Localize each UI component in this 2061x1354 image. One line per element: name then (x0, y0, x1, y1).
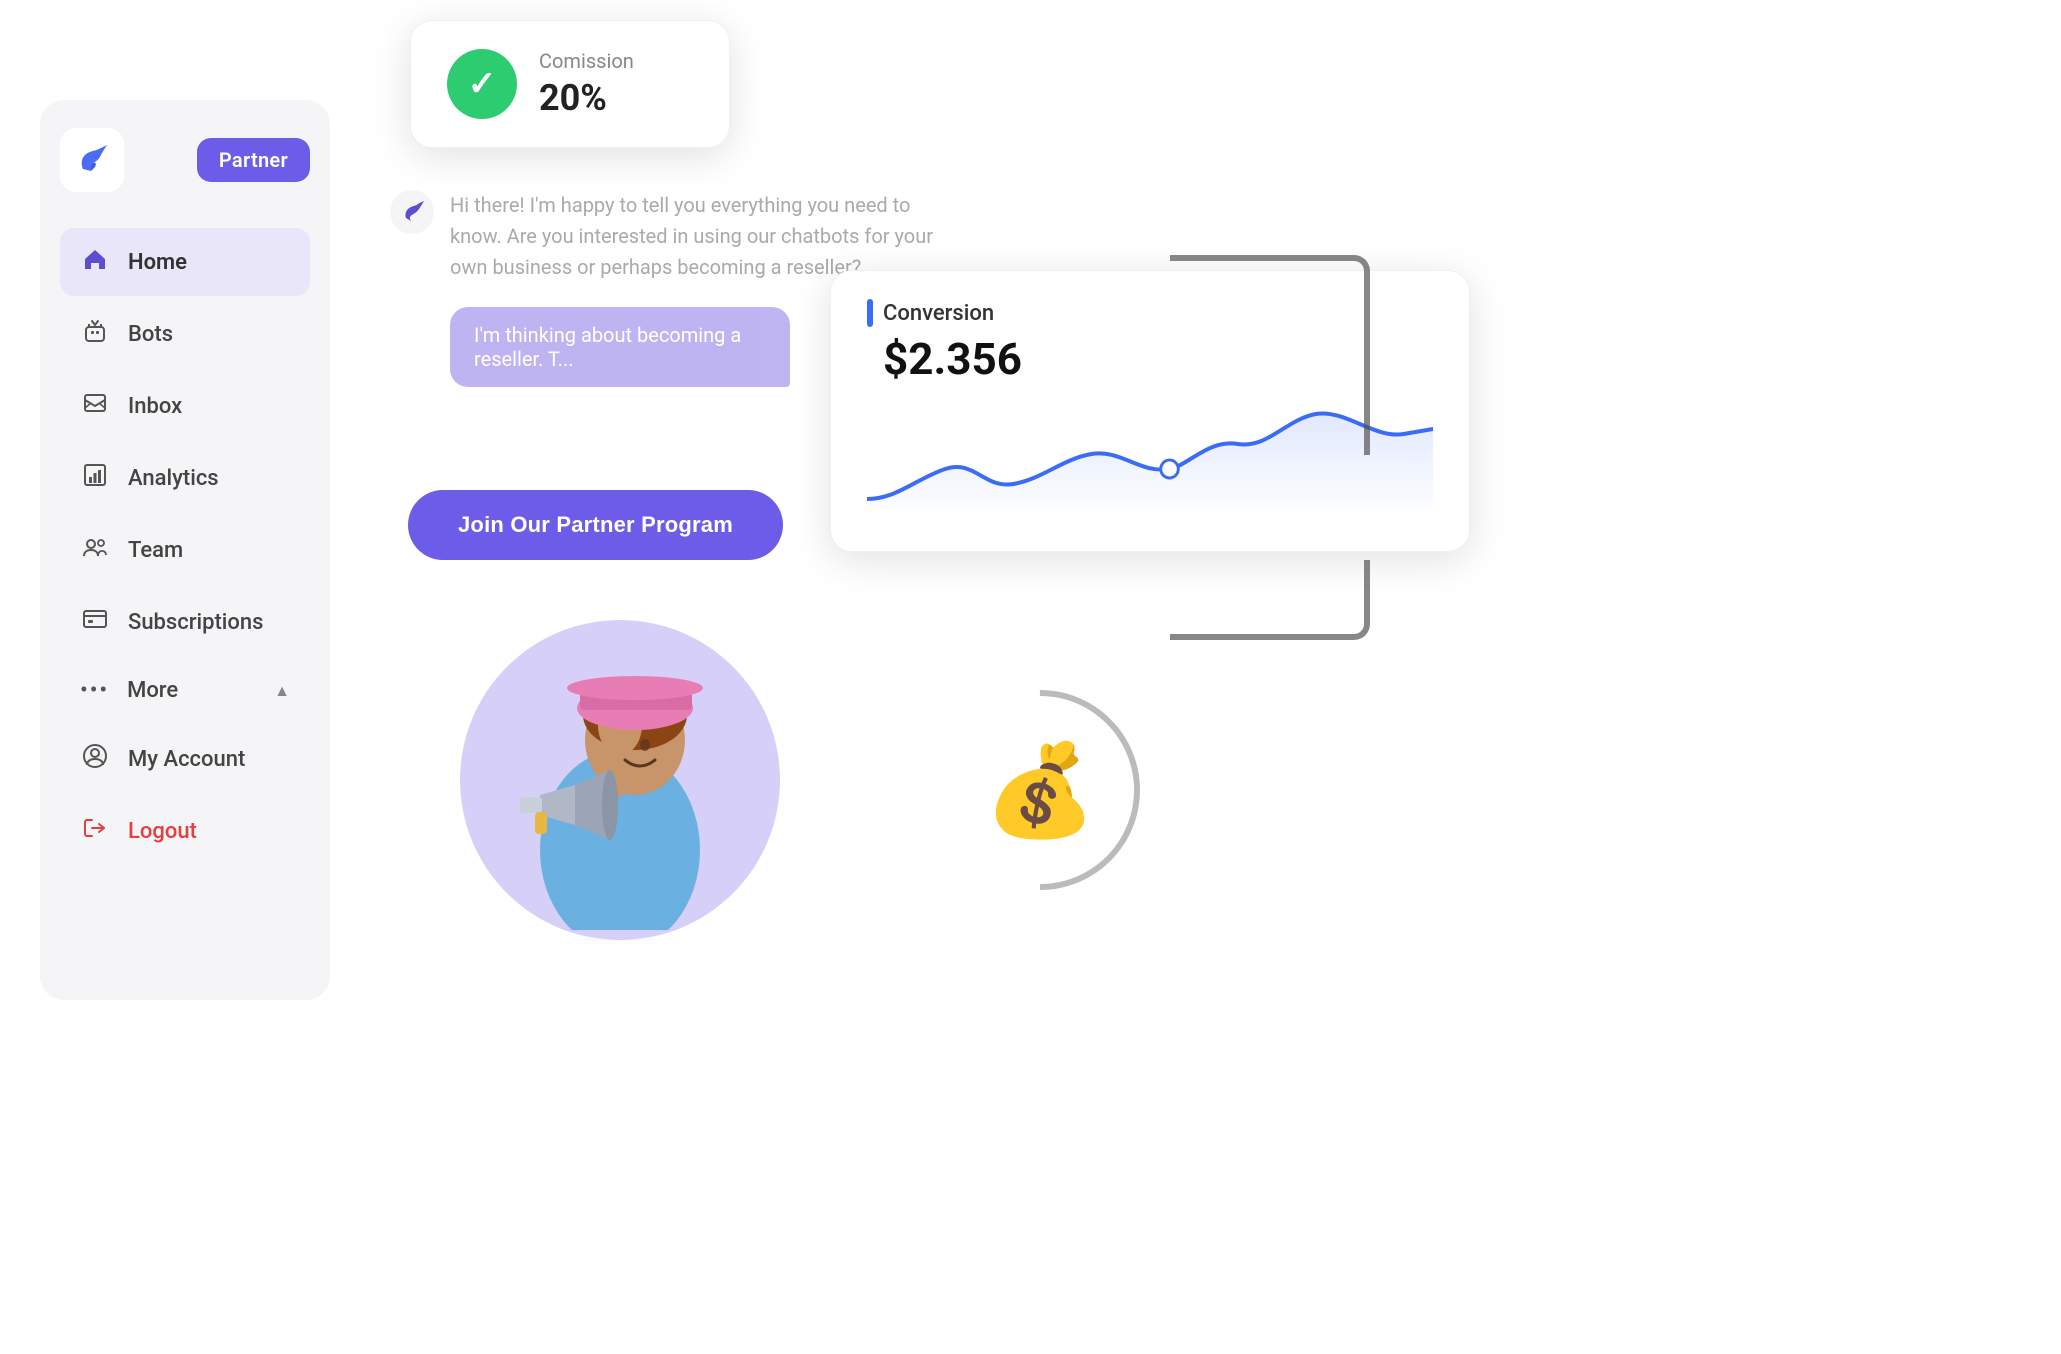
commission-label: Comission (539, 49, 634, 73)
sidebar-item-inbox[interactable]: Inbox (60, 372, 310, 440)
sidebar-item-bots-label: Bots (128, 322, 173, 347)
inbox-icon (80, 390, 110, 422)
subscriptions-icon (80, 606, 110, 638)
sidebar-item-subscriptions-label: Subscriptions (128, 610, 263, 635)
sidebar-item-more-label: More (127, 678, 178, 703)
sidebar-item-inbox-label: Inbox (128, 394, 182, 419)
corner-bracket-bottom (1170, 560, 1370, 640)
join-partner-program-button[interactable]: Join Our Partner Program (408, 490, 783, 560)
home-icon (80, 246, 110, 278)
sidebar-item-team[interactable]: Team (60, 516, 310, 584)
team-icon (80, 534, 110, 566)
bots-icon (80, 318, 110, 350)
sidebar-header: Partner (60, 128, 310, 192)
sidebar-item-more[interactable]: ••• More ▲ (60, 660, 310, 721)
person-svg (480, 630, 760, 930)
conversion-label: Conversion (883, 301, 994, 326)
sidebar-item-analytics[interactable]: Analytics (60, 444, 310, 512)
sidebar-item-home[interactable]: Home (60, 228, 310, 296)
sidebar-item-home-label: Home (128, 250, 187, 275)
partner-badge: Partner (197, 138, 310, 182)
sidebar-item-logout-label: Logout (128, 819, 197, 844)
sidebar-item-analytics-label: Analytics (128, 466, 219, 491)
sidebar-item-subscriptions[interactable]: Subscriptions (60, 588, 310, 656)
sidebar: Partner Home Bots Inbox (40, 100, 330, 1000)
commission-value: 20% (539, 77, 634, 119)
sidebar-item-logout[interactable]: Logout (60, 797, 310, 865)
money-bag-icon: 💰 (984, 738, 1096, 843)
conversion-card: Conversion $2.356 (830, 270, 1470, 552)
commission-card: Comission 20% (410, 20, 730, 148)
sidebar-item-my-account[interactable]: My Account (60, 725, 310, 793)
nav-items: Home Bots Inbox Analytics (60, 228, 310, 972)
account-icon (80, 743, 110, 775)
chat-bot-icon (390, 190, 434, 234)
corner-bracket-top (1170, 255, 1370, 455)
commission-check-icon (447, 49, 517, 119)
more-icon: ••• (80, 678, 109, 703)
sidebar-item-my-account-label: My Account (128, 747, 245, 772)
chat-user-bubble: I'm thinking about becoming a reseller. … (450, 307, 790, 387)
analytics-icon (80, 462, 110, 494)
logo-bird-icon (73, 141, 111, 179)
person-illustration (460, 620, 780, 940)
logout-icon (80, 815, 110, 847)
logo-box (60, 128, 124, 192)
sidebar-item-team-label: Team (128, 538, 183, 563)
money-area: 💰 (930, 680, 1150, 900)
sidebar-item-bots[interactable]: Bots (60, 300, 310, 368)
chevron-up-icon: ▲ (274, 681, 290, 701)
conversion-indicator (867, 299, 873, 327)
